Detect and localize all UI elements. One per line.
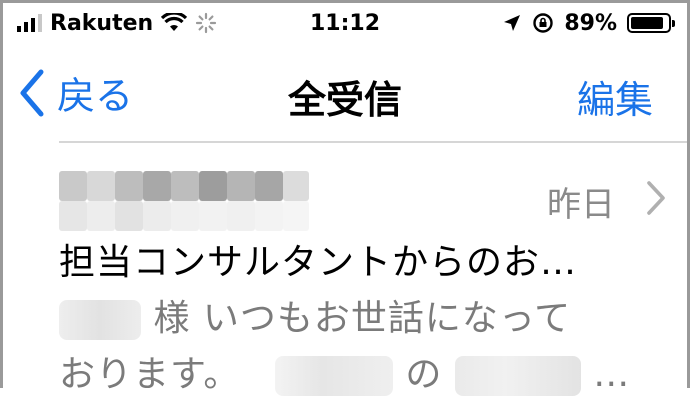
divider xyxy=(59,141,687,143)
message-subject: 担当コンサルタントからのお… xyxy=(59,242,578,283)
wifi-icon xyxy=(161,13,188,31)
message-preview-line-2: おります。 の … xyxy=(59,345,630,397)
redacted-name xyxy=(59,300,141,340)
preview-ellipsis: … xyxy=(593,354,631,395)
rotation-lock-icon xyxy=(533,13,554,33)
sender-redacted xyxy=(59,171,309,233)
phone-screen: Rakuten 11:12 89% 戻る 全受信 編集 昨日 担当コンサルタント… xyxy=(0,0,690,396)
signal-icon xyxy=(17,14,42,32)
loading-icon xyxy=(196,12,217,34)
location-arrow-icon xyxy=(504,15,521,31)
edit-button[interactable]: 編集 xyxy=(577,69,653,124)
navigation-bar: 戻る 全受信 編集 xyxy=(3,55,687,127)
preview-text-3: の xyxy=(405,354,443,395)
preview-text-2: おります。 xyxy=(59,354,241,395)
status-bar: Rakuten 11:12 89% xyxy=(3,3,687,43)
message-row[interactable]: 昨日 担当コンサルタントからのお… 様 いつもお世話になって おります。 の … xyxy=(59,153,687,396)
preview-text-1: 様 いつもお世話になって xyxy=(153,298,572,339)
redacted-company xyxy=(274,356,393,396)
battery-fill xyxy=(631,17,664,29)
carrier-name: Rakuten xyxy=(50,10,154,36)
status-left: Rakuten xyxy=(17,11,217,36)
status-right: 89% xyxy=(502,10,675,36)
battery-percent: 89% xyxy=(564,10,617,36)
message-preview-line-1: 様 いつもお世話になって xyxy=(59,289,571,341)
chevron-right-icon xyxy=(647,181,665,215)
battery-icon xyxy=(627,13,675,33)
redacted-service xyxy=(454,356,581,396)
message-date: 昨日 xyxy=(547,185,615,225)
